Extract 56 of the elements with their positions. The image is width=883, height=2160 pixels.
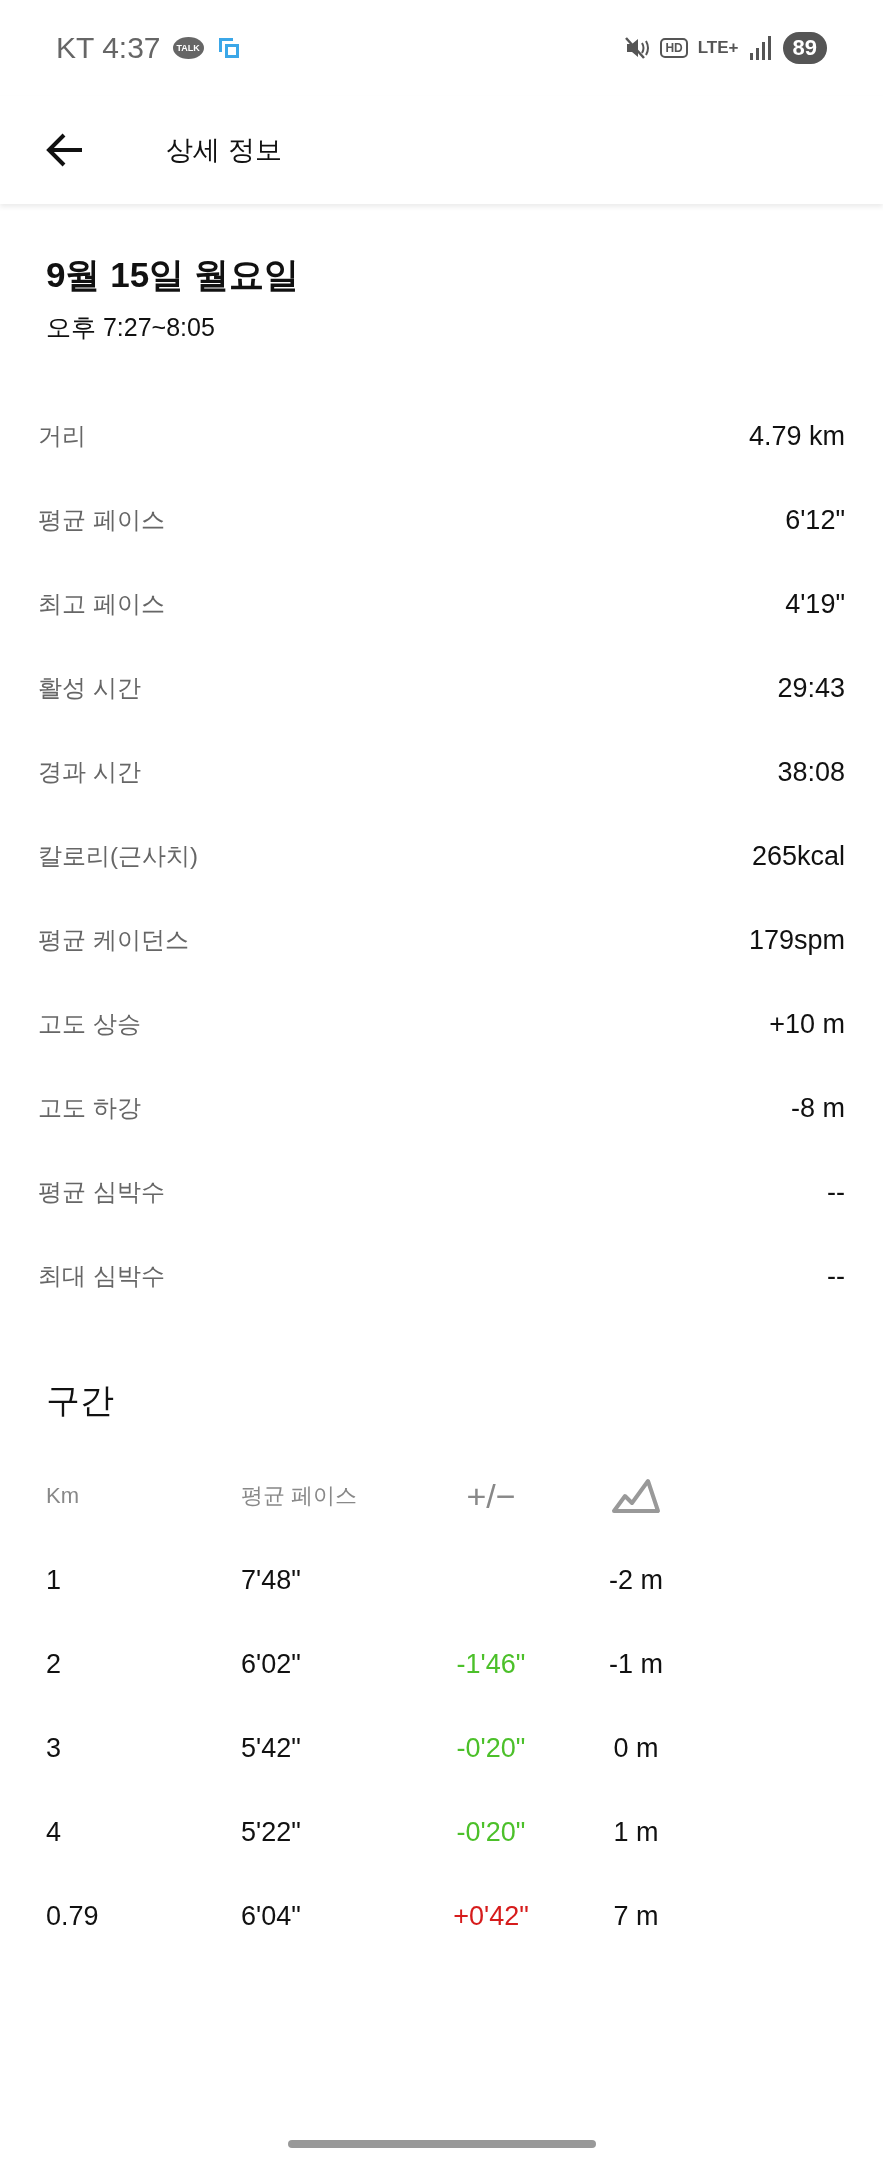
elevation-cell: 7 m [613,1900,659,1932]
network-type: LTE+ [697,38,739,58]
stat-label: 최고 페이스 [38,589,165,619]
section-title: 구간 [46,1380,115,1421]
column-header: +/− [466,1476,516,1516]
stat-label: 고도 하강 [38,1093,141,1123]
signal-icon [748,35,773,61]
stat-label: 활성 시간 [38,673,141,703]
km-cell: 2 [46,1648,62,1680]
stat-value: 29:43 [777,672,845,704]
mountain-icon [611,1478,661,1514]
chat-notification-badge: TALK [172,37,204,59]
pace-difference: -0'20" [456,1732,526,1764]
stat-label: 평균 페이스 [38,505,165,535]
stat-label: 경과 시간 [38,757,141,787]
pace-cell: 6'02" [241,1648,301,1680]
stat-value: 4.79 km [748,420,845,452]
stat-value: -8 m [791,1092,845,1124]
stat-value: 4'19" [785,588,845,620]
pace-cell: 5'22" [241,1816,301,1848]
elevation-cell: 1 m [613,1816,659,1848]
pace-cell: 7'48" [241,1564,301,1596]
elevation-cell: -2 m [609,1564,663,1596]
km-cell: 0.79 [46,1900,99,1932]
pace-difference: +0'42" [453,1900,529,1932]
km-cell: 3 [46,1732,62,1764]
stat-label: 평균 케이던스 [38,925,189,955]
stat-value: +10 m [769,1008,845,1040]
time-range: 오후 7:27~8:05 [46,312,216,343]
pace-cell: 5'42" [241,1732,301,1764]
stat-value: 38:08 [777,756,845,788]
column-header: 평균 페이스 [241,1482,358,1510]
date-title: 9월 15일 월요일 [46,254,300,296]
carrier-time: KT 4:37 [56,31,161,65]
stat-value: 179spm [748,924,845,956]
stat-label: 최대 심박수 [38,1261,165,1291]
stat-label: 고도 상승 [38,1009,141,1039]
stat-label: 거리 [38,421,86,451]
mute-icon [624,35,651,61]
stat-value: 6'12" [785,504,845,536]
pace-difference: -1'46" [456,1648,526,1680]
pace-difference: -0'20" [456,1816,526,1848]
column-header: Km [46,1483,79,1509]
stat-value: -- [827,1260,845,1292]
stat-label: 평균 심박수 [38,1177,165,1207]
battery-level: 89 [782,32,827,64]
stat-value: 265kcal [751,840,845,872]
page-title: 상세 정보 [166,134,282,167]
hd-voice-badge: HD [660,38,688,58]
pace-cell: 6'04" [241,1900,301,1932]
elevation-cell: 0 m [613,1732,659,1764]
km-cell: 1 [46,1564,62,1596]
stat-label: 칼로리(근사치) [38,841,198,871]
km-cell: 4 [46,1816,62,1848]
stat-value: -- [827,1176,845,1208]
elevation-cell: -1 m [609,1648,663,1680]
